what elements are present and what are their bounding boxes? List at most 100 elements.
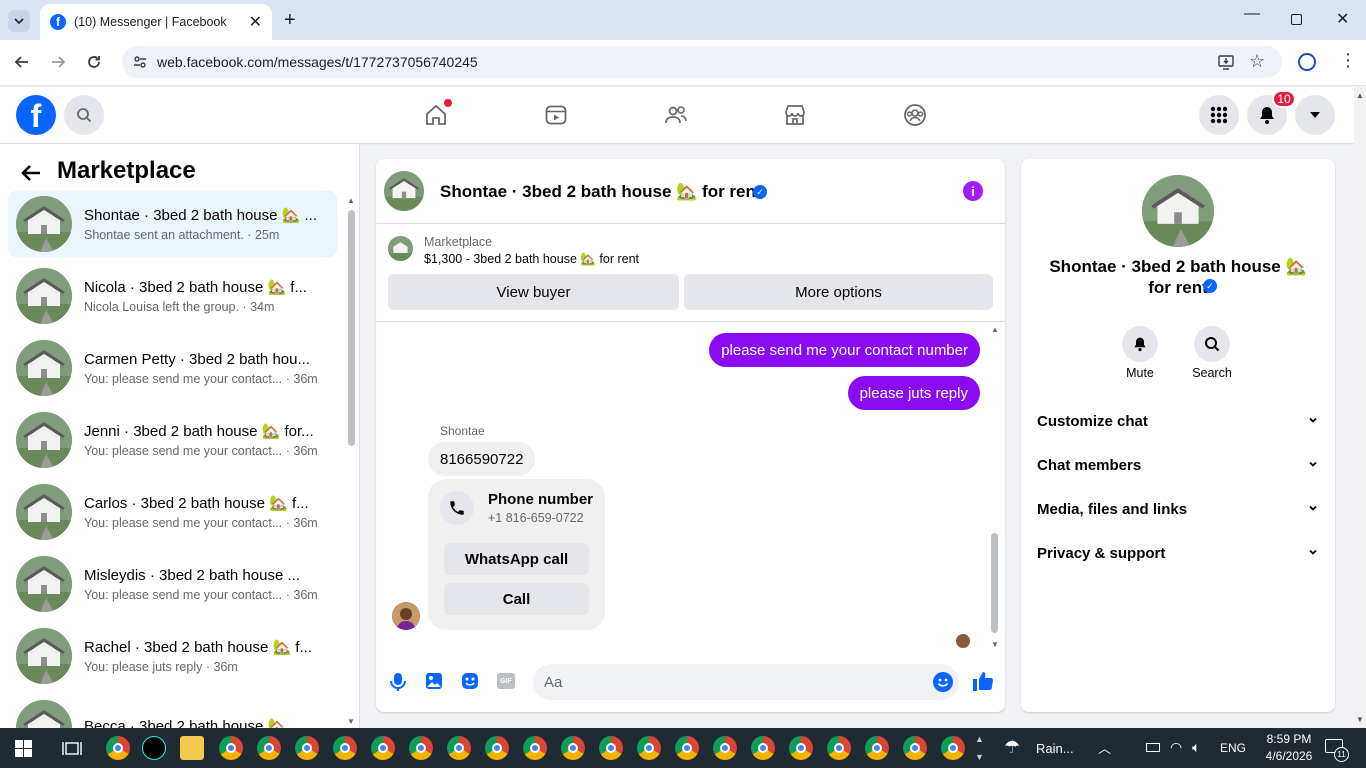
conversation-preview: You: please send me your contact... · 36… bbox=[84, 516, 318, 530]
taskbar-scroll-arrows[interactable]: ▲ ▼ bbox=[975, 730, 984, 766]
chrome-icon[interactable] bbox=[106, 736, 130, 760]
outgoing-message[interactable]: please send me your contact number bbox=[709, 333, 980, 367]
url-omnibox[interactable]: web.facebook.com/messages/t/177273705674… bbox=[122, 46, 1282, 78]
volume-icon[interactable]: 🔈︎ bbox=[1192, 739, 1200, 756]
media-files-links-section[interactable]: Media, files and links bbox=[1037, 494, 1319, 524]
language-indicator[interactable]: ENG bbox=[1220, 741, 1246, 755]
battery-icon[interactable] bbox=[1146, 743, 1160, 752]
account-dropdown-icon[interactable] bbox=[1295, 95, 1335, 135]
chrome-icon[interactable] bbox=[219, 736, 243, 760]
clock-time[interactable]: 8:59 PM bbox=[1259, 732, 1319, 746]
conversation-item[interactable]: Misleydis · 3bed 2 bath house ... You: pl… bbox=[8, 551, 337, 617]
search-in-chat-icon[interactable] bbox=[1194, 326, 1230, 362]
privacy-support-section[interactable]: Privacy & support bbox=[1037, 538, 1319, 568]
chrome-icon[interactable] bbox=[599, 736, 623, 760]
listing-text[interactable]: $1,300 - 3bed 2 bath house 🏡 for rent bbox=[424, 252, 639, 267]
chrome-icon[interactable] bbox=[409, 736, 433, 760]
chrome-icon[interactable] bbox=[675, 736, 699, 760]
chat-members-section[interactable]: Chat members bbox=[1037, 450, 1319, 480]
facebook-search-icon[interactable] bbox=[64, 95, 104, 135]
chrome-icon[interactable] bbox=[789, 736, 813, 760]
attach-photo-icon[interactable] bbox=[425, 672, 443, 695]
like-thumb-icon[interactable] bbox=[972, 670, 994, 697]
message-input[interactable]: Aa bbox=[533, 664, 959, 700]
more-options-button[interactable]: More options bbox=[684, 274, 993, 310]
outgoing-message[interactable]: please juts reply bbox=[847, 376, 980, 410]
whatsapp-call-button[interactable]: WhatsApp call bbox=[444, 543, 589, 575]
nav-groups-icon[interactable] bbox=[903, 103, 927, 132]
chrome-icon[interactable] bbox=[865, 736, 889, 760]
chat-scrollbar[interactable]: ▲ ▼ bbox=[990, 325, 1000, 649]
call-button[interactable]: Call bbox=[444, 583, 589, 615]
tab-search-icon[interactable] bbox=[8, 10, 30, 32]
minimize-icon[interactable]: — bbox=[1244, 5, 1260, 23]
customize-chat-section[interactable]: Customize chat bbox=[1037, 406, 1319, 436]
chrome-icon[interactable] bbox=[941, 736, 965, 760]
chrome-icon[interactable] bbox=[827, 736, 851, 760]
browser-menu-icon[interactable]: ⋮ bbox=[1339, 51, 1357, 69]
chrome-icon[interactable] bbox=[713, 736, 737, 760]
chat-header-avatar[interactable] bbox=[384, 171, 424, 211]
new-tab-icon[interactable]: + bbox=[284, 9, 296, 32]
chrome-icon[interactable] bbox=[447, 736, 471, 760]
chrome-icon[interactable] bbox=[257, 736, 281, 760]
page-scrollbar[interactable]: ▲ ▼ bbox=[1354, 87, 1366, 728]
wifi-icon[interactable]: ◠ bbox=[1170, 739, 1182, 756]
windows-start-icon[interactable] bbox=[15, 740, 32, 762]
nav-home-icon[interactable] bbox=[424, 99, 452, 132]
chrome-icon[interactable] bbox=[903, 736, 927, 760]
mute-bell-icon[interactable] bbox=[1122, 326, 1158, 362]
conversation-item[interactable]: Carmen Petty · 3bed 2 bath hou... You: pl… bbox=[8, 335, 337, 401]
close-tab-icon[interactable]: ✕ bbox=[249, 12, 262, 32]
emoji-icon[interactable] bbox=[933, 672, 953, 692]
back-icon[interactable] bbox=[12, 52, 32, 77]
weather-text[interactable]: Rain... bbox=[1036, 741, 1074, 756]
nav-video-icon[interactable] bbox=[544, 103, 568, 132]
chrome-icon[interactable] bbox=[295, 736, 319, 760]
microphone-icon[interactable] bbox=[390, 672, 406, 697]
tiktok-icon[interactable] bbox=[142, 736, 166, 760]
restore-icon[interactable] bbox=[1291, 14, 1302, 25]
chrome-icon[interactable] bbox=[751, 736, 775, 760]
menu-grid-icon[interactable] bbox=[1199, 95, 1239, 135]
browser-tab[interactable]: f (10) Messenger | Facebook ✕ bbox=[40, 4, 272, 40]
conversation-item[interactable]: Rachel · 3bed 2 bath house 🏡 f... You: pl… bbox=[8, 623, 337, 689]
chat-info-icon[interactable]: i bbox=[963, 181, 983, 201]
conversation-item[interactable]: Jenni · 3bed 2 bath house 🏡 for... You: p… bbox=[8, 407, 337, 473]
gif-icon[interactable]: GIF bbox=[497, 673, 515, 689]
reload-icon[interactable] bbox=[84, 52, 104, 77]
profile-icon[interactable] bbox=[1298, 53, 1316, 71]
show-hidden-icons-icon[interactable]: ︿ bbox=[1098, 738, 1111, 757]
listing-thumbnail[interactable] bbox=[388, 236, 413, 261]
weather-icon[interactable]: ☂ bbox=[1004, 737, 1020, 758]
close-window-icon[interactable]: ✕ bbox=[1336, 9, 1349, 29]
chrome-icon[interactable] bbox=[371, 736, 395, 760]
conversation-item[interactable]: Carlos · 3bed 2 bath house 🏡 f... You: pl… bbox=[8, 479, 337, 545]
chrome-icon[interactable] bbox=[561, 736, 585, 760]
chrome-icon[interactable] bbox=[485, 736, 509, 760]
clock-date[interactable]: 4/6/2026 bbox=[1259, 749, 1319, 763]
incoming-message[interactable]: 8166590722 bbox=[428, 442, 536, 476]
facebook-logo-icon[interactable]: f bbox=[16, 95, 56, 135]
nav-marketplace-icon[interactable] bbox=[783, 103, 807, 132]
conversation-item[interactable]: Becca · 3bed 2 bath house 🏡 ... bbox=[8, 695, 337, 728]
view-buyer-button[interactable]: View buyer bbox=[388, 274, 679, 310]
back-arrow-icon[interactable] bbox=[20, 162, 42, 189]
conversation-item[interactable]: Nicola · 3bed 2 bath house 🏡 f... Nicola … bbox=[8, 263, 337, 329]
chrome-icon[interactable] bbox=[523, 736, 547, 760]
forward-icon[interactable] bbox=[48, 52, 68, 77]
file-explorer-icon[interactable] bbox=[180, 736, 204, 760]
conversation-list-scrollbar[interactable]: ▲ ▼ bbox=[347, 196, 356, 726]
task-view-icon[interactable] bbox=[62, 740, 82, 762]
chrome-icon[interactable] bbox=[333, 736, 357, 760]
sticker-icon[interactable] bbox=[461, 672, 479, 695]
chat-title[interactable]: Shontae · 3bed 2 bath house 🏡 for rent bbox=[440, 182, 762, 202]
sender-avatar[interactable] bbox=[392, 602, 420, 630]
bookmark-star-icon[interactable]: ☆ bbox=[1249, 51, 1265, 72]
conversation-item[interactable]: Shontae · 3bed 2 bath house 🏡 ... Shontae… bbox=[8, 191, 337, 257]
site-settings-icon[interactable] bbox=[132, 54, 148, 73]
details-avatar[interactable] bbox=[1142, 175, 1214, 247]
nav-friends-icon[interactable] bbox=[664, 103, 688, 132]
install-app-icon[interactable] bbox=[1217, 53, 1235, 74]
chrome-icon[interactable] bbox=[637, 736, 661, 760]
